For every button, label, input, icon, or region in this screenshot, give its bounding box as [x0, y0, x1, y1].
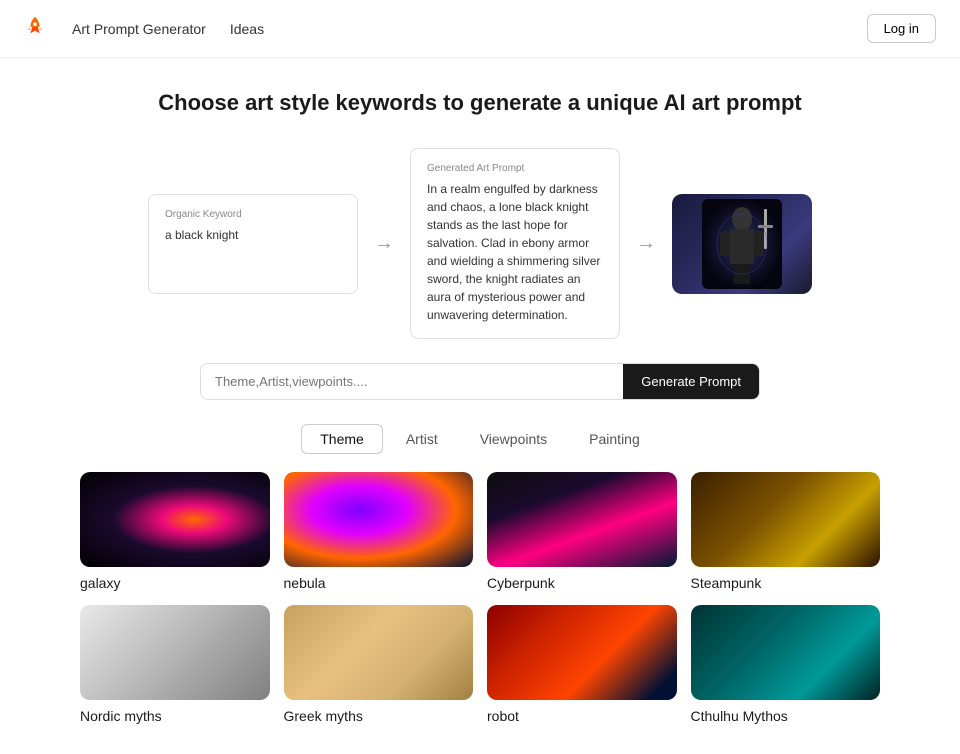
grid-item-cyberpunk[interactable]: Cyberpunk: [487, 472, 677, 591]
search-container: Generate Prompt: [200, 363, 760, 400]
grid-item-nebula[interactable]: nebula: [284, 472, 474, 591]
tab-painting[interactable]: Painting: [570, 424, 659, 454]
grid-item-nordic-myths[interactable]: Nordic myths: [80, 605, 270, 724]
grid-label-nebula: nebula: [284, 575, 474, 591]
grid-label-cthulhu-mythos: Cthulhu Mythos: [691, 708, 881, 724]
search-input[interactable]: [201, 364, 623, 399]
grid-image-robot: [487, 605, 677, 700]
tab-artist[interactable]: Artist: [387, 424, 457, 454]
grid-item-greek-myths[interactable]: Greek myths: [284, 605, 474, 724]
grid-image-greek-myths: [284, 605, 474, 700]
grid-item-cthulhu-mythos[interactable]: Cthulhu Mythos: [691, 605, 881, 724]
grid-label-nordic-myths: Nordic myths: [80, 708, 270, 724]
grid-image-nebula: [284, 472, 474, 567]
generated-prompt-card: Generated Art Prompt In a realm engulfed…: [410, 148, 620, 339]
organic-keyword-card: Organic Keyword a black knight: [148, 194, 358, 294]
grid-image-galaxy: [80, 472, 270, 567]
nav-left: Art Prompt Generator Ideas: [24, 15, 264, 42]
grid-image-steampunk: [691, 472, 881, 567]
navbar: Art Prompt Generator Ideas Log in: [0, 0, 960, 58]
arrow-icon-2: →: [636, 232, 656, 255]
demo-section: Organic Keyword a black knight → Generat…: [0, 136, 960, 363]
grid-item-robot[interactable]: robot: [487, 605, 677, 724]
grid-item-galaxy[interactable]: galaxy: [80, 472, 270, 591]
generated-prompt-label: Generated Art Prompt: [427, 163, 603, 174]
grid-item-steampunk[interactable]: Steampunk: [691, 472, 881, 591]
nav-link-ideas[interactable]: Ideas: [230, 21, 264, 37]
demo-result-image: [672, 194, 812, 294]
grid-label-greek-myths: Greek myths: [284, 708, 474, 724]
grid-image-nordic-myths: [80, 605, 270, 700]
hero-title: Choose art style keywords to generate a …: [0, 90, 960, 116]
nav-link-art-prompt-generator[interactable]: Art Prompt Generator: [72, 21, 206, 37]
grid-label-cyberpunk: Cyberpunk: [487, 575, 677, 591]
tab-viewpoints[interactable]: Viewpoints: [461, 424, 566, 454]
organic-keyword-label: Organic Keyword: [165, 209, 341, 220]
tabs-row: ThemeArtistViewpointsPainting: [0, 424, 960, 454]
grid-image-cyberpunk: [487, 472, 677, 567]
theme-grid: galaxy nebula Cyberpunk Steampunk Nordic myt…: [0, 472, 960, 754]
nav-links: Art Prompt Generator Ideas: [72, 21, 264, 37]
grid-label-galaxy: galaxy: [80, 575, 270, 591]
grid-image-cthulhu-mythos: [691, 605, 881, 700]
organic-keyword-value: a black knight: [165, 226, 341, 244]
generate-prompt-button[interactable]: Generate Prompt: [623, 364, 759, 399]
search-section: Generate Prompt: [0, 363, 960, 424]
grid-label-robot: robot: [487, 708, 677, 724]
generated-prompt-value: In a realm engulfed by darkness and chao…: [427, 180, 603, 324]
grid-label-steampunk: Steampunk: [691, 575, 881, 591]
hero-section: Choose art style keywords to generate a …: [0, 58, 960, 136]
arrow-icon-1: →: [374, 232, 394, 255]
login-button[interactable]: Log in: [867, 14, 936, 43]
tab-theme[interactable]: Theme: [301, 424, 383, 454]
logo-icon: [24, 15, 46, 42]
